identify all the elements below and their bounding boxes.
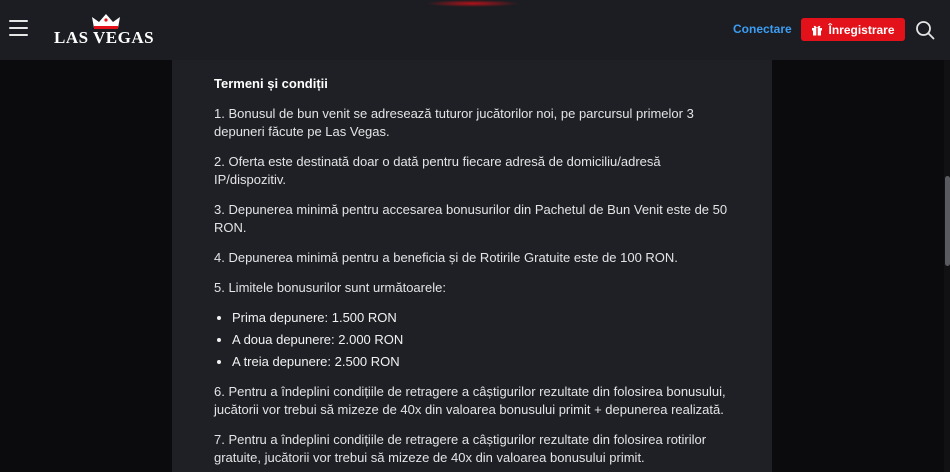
terms-title: Termeni și condiții — [214, 76, 328, 91]
register-button[interactable]: Înregistrare — [801, 18, 905, 41]
scrollbar-thumb[interactable] — [945, 176, 950, 266]
scrollbar-track[interactable] — [944, 60, 950, 472]
bonus-limit-first: Prima depunere: 1.500 RON — [232, 309, 734, 327]
terms-item-4: 4. Depunerea minimă pentru a beneficia ș… — [214, 250, 678, 265]
bonus-limit-third: A treia depunere: 2.500 RON — [232, 353, 734, 371]
page: Termeni și condiții 1. Bonusul de bun ve… — [0, 0, 950, 472]
terms-content: Termeni și condiții 1. Bonusul de bun ve… — [214, 75, 734, 472]
hamburger-menu-icon[interactable] — [9, 20, 28, 36]
terms-item-2: 2. Oferta este destinată doar o dată pen… — [214, 154, 661, 187]
terms-item-1: 1. Bonusul de bun venit se adresează tut… — [214, 106, 694, 139]
top-header: LAS VEGAS Conectare Înregistrare — [0, 0, 950, 60]
terms-item-5: 5. Limitele bonusurilor sunt următoarele… — [214, 280, 446, 295]
search-icon[interactable] — [915, 20, 935, 40]
login-link[interactable]: Conectare — [733, 22, 792, 36]
terms-item-3: 3. Depunerea minimă pentru accesarea bon… — [214, 202, 728, 235]
header-glow — [425, 0, 520, 7]
bonus-limits-list: Prima depunere: 1.500 RON A doua depuner… — [214, 309, 734, 371]
terms-panel: Termeni și condiții 1. Bonusul de bun ve… — [172, 0, 772, 472]
register-label: Înregistrare — [828, 22, 895, 37]
terms-item-7: 7. Pentru a îndeplini condițiile de retr… — [214, 432, 707, 465]
logo-text: LAS VEGAS — [54, 28, 155, 47]
terms-item-6: 6. Pentru a îndeplini condițiile de retr… — [214, 384, 726, 417]
bonus-limit-second: A doua depunere: 2.000 RON — [232, 331, 734, 349]
site-logo[interactable]: LAS VEGAS — [54, 14, 158, 48]
gift-icon — [812, 25, 823, 35]
